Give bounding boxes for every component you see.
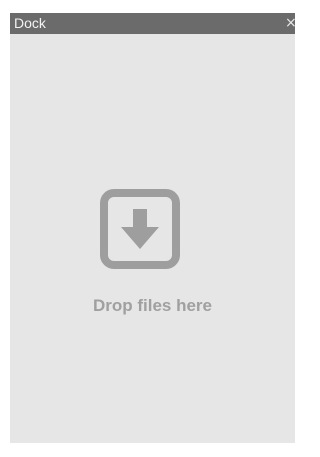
download-arrow-icon bbox=[100, 189, 180, 269]
dock-title: Dock bbox=[14, 15, 46, 31]
drop-zone[interactable]: Drop files here bbox=[10, 34, 295, 443]
drop-files-label: Drop files here bbox=[92, 296, 213, 315]
dock-panel: Dock × Drop files here bbox=[10, 13, 295, 443]
dock-titlebar[interactable]: Dock × bbox=[10, 13, 295, 34]
close-icon[interactable]: × bbox=[285, 14, 295, 33]
